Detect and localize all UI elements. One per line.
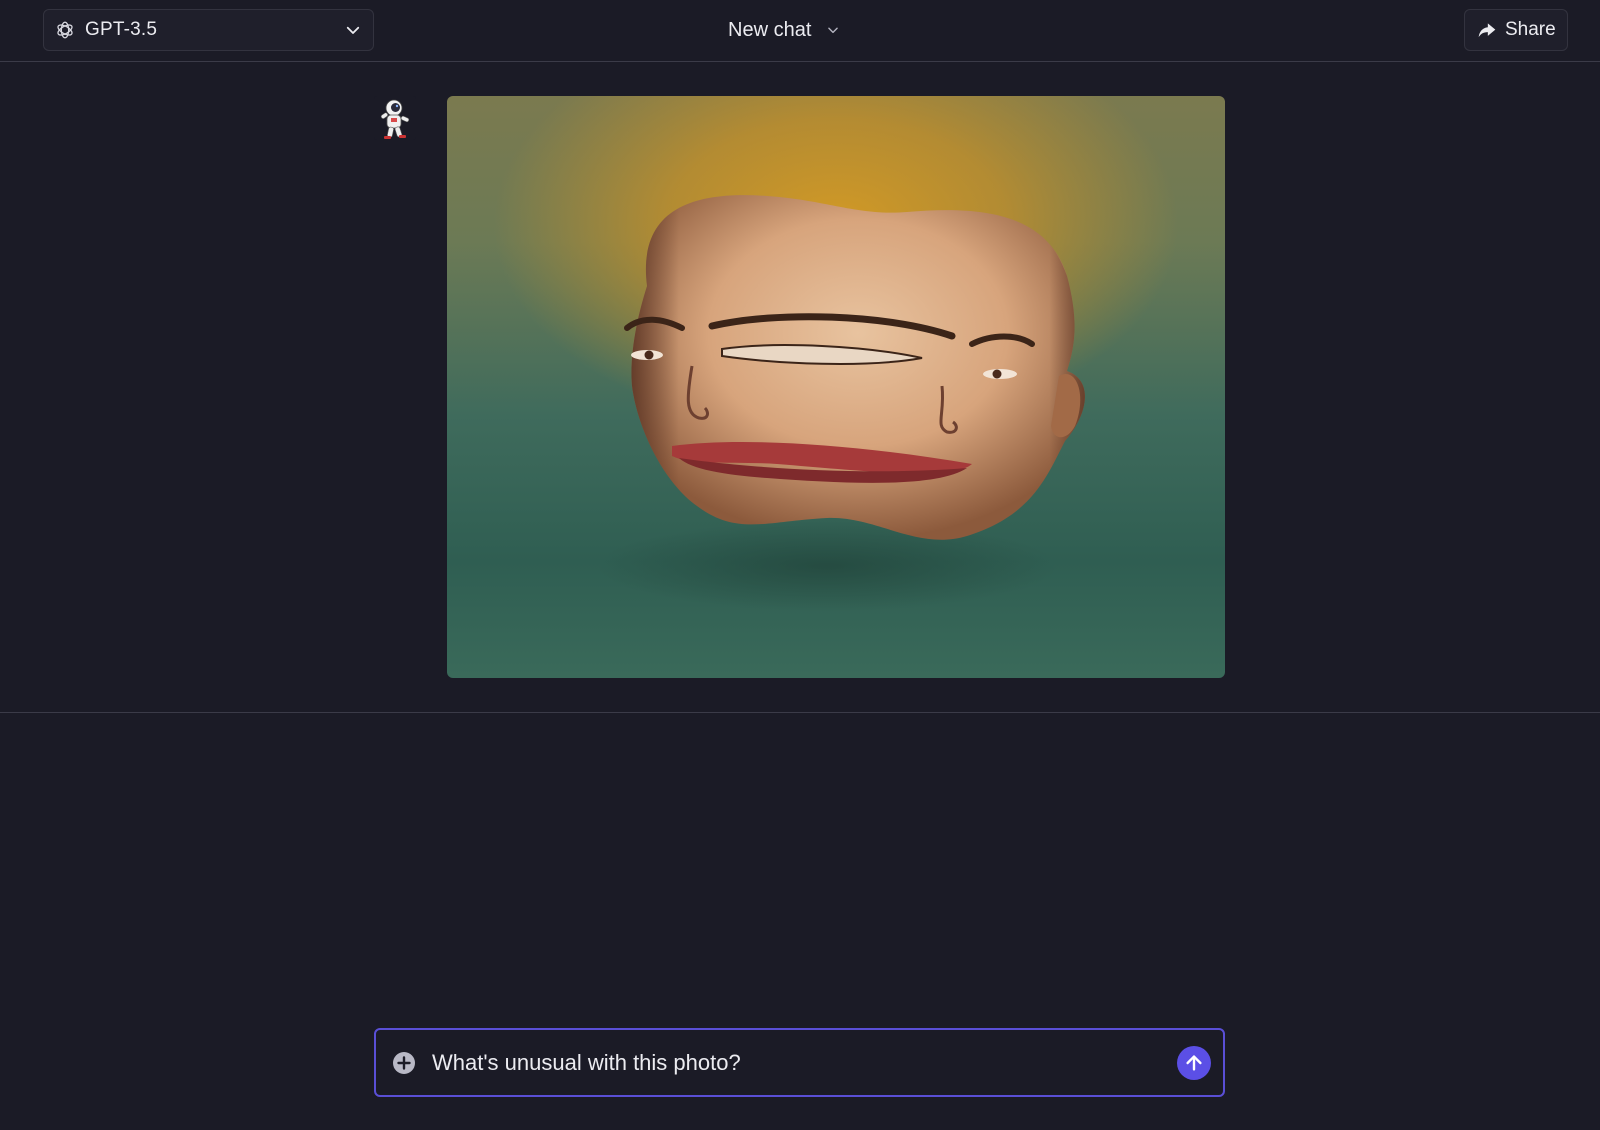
surreal-painting-image: [447, 96, 1225, 678]
message-input[interactable]: [432, 1049, 1177, 1076]
astronaut-avatar: [374, 96, 416, 140]
send-button[interactable]: [1177, 1045, 1211, 1080]
top-bar: GPT-3.5 New chat Share: [0, 0, 1600, 62]
chevron-down-icon: [825, 22, 841, 38]
chevron-down-icon: [343, 20, 363, 40]
share-label: Share: [1505, 19, 1556, 40]
model-selector[interactable]: GPT-3.5: [43, 9, 374, 51]
plus-circle-icon[interactable]: [392, 1051, 416, 1075]
openai-logo-icon: [54, 19, 76, 41]
chat-title: New chat: [728, 18, 812, 41]
share-button[interactable]: Share: [1464, 9, 1568, 51]
chat-title-menu[interactable]: New chat: [728, 14, 841, 46]
user-message: [0, 62, 1600, 713]
share-arrow-icon: [1477, 20, 1497, 40]
arrow-up-icon: [1183, 1052, 1205, 1074]
message-composer: [374, 1028, 1225, 1097]
model-label: GPT-3.5: [85, 19, 158, 40]
